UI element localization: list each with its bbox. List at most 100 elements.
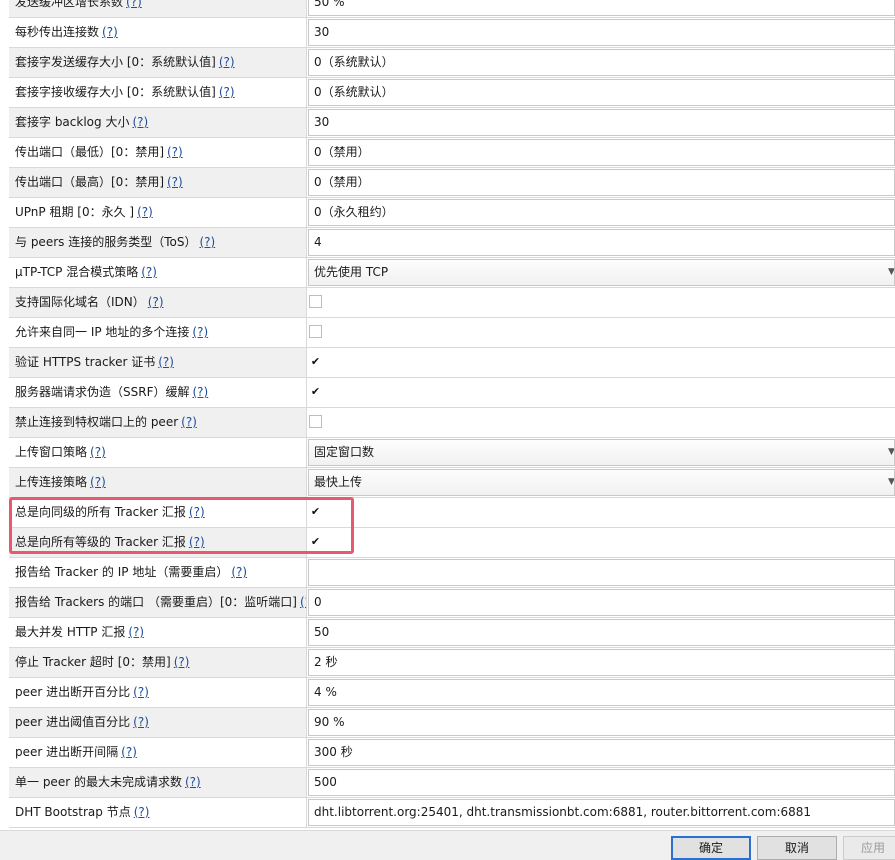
setting-dropdown[interactable]: 优先使用 TCP ▼ (308, 259, 895, 286)
help-link[interactable]: (?) (90, 445, 106, 459)
setting-input[interactable]: 0（系统默认） (308, 79, 895, 106)
help-link[interactable]: (?) (137, 205, 153, 219)
setting-label-cell: 服务器端请求伪造（SSRF）缓解 (?) (9, 378, 307, 407)
help-link[interactable]: (?) (133, 685, 149, 699)
setting-label-cell: peer 进出断开间隔 (?) (9, 738, 307, 767)
setting-label-cell: DHT Bootstrap 节点 (?) (9, 798, 307, 827)
settings-row: 上传窗口策略(?) 固定窗口数 ▼ (9, 438, 895, 468)
help-link[interactable]: (?) (121, 745, 137, 759)
help-link[interactable]: (?) (148, 295, 164, 309)
settings-row: 最大并发 HTTP 汇报 (?) 50 (9, 618, 895, 648)
help-link[interactable]: (?) (185, 775, 201, 789)
setting-input[interactable]: 0（禁用） (308, 139, 895, 166)
help-link[interactable]: (?) (231, 565, 247, 579)
setting-input[interactable]: 0 (308, 589, 895, 616)
help-link[interactable]: (?) (141, 265, 157, 279)
setting-input[interactable]: 30 (308, 19, 895, 46)
help-link[interactable]: (?) (126, 0, 142, 9)
setting-input[interactable]: 50 (308, 619, 895, 646)
help-link[interactable]: (?) (167, 145, 183, 159)
setting-value-cell: 4 % (307, 678, 895, 707)
setting-checkbox[interactable]: ✔ (309, 355, 322, 368)
setting-label: 每秒传出连接数 (15, 25, 100, 39)
help-link[interactable]: (?) (219, 85, 235, 99)
setting-input[interactable]: 500 (308, 769, 895, 796)
dropdown-selected-value: 最快上传 (314, 475, 363, 489)
settings-row: 报告给 Trackers 的端口 （需要重启）[0：监听端口](?)0 (9, 588, 895, 618)
setting-label: 禁止连接到特权端口上的 peer (15, 415, 179, 429)
setting-label-cell: UPnP 租期 [0：永久 ] (?) (9, 198, 307, 227)
help-link[interactable]: (?) (133, 715, 149, 729)
help-link[interactable]: (?) (189, 505, 205, 519)
help-link[interactable]: (?) (158, 355, 174, 369)
setting-checkbox[interactable] (309, 325, 322, 338)
setting-checkbox[interactable] (309, 415, 322, 428)
settings-row: 套接字接收缓存大小 [0：系统默认值] (?) 0（系统默认） (9, 78, 895, 108)
setting-value-cell: 固定窗口数 ▼ (307, 438, 895, 467)
setting-label: 与 peers 连接的服务类型（ToS） (15, 235, 197, 249)
setting-input[interactable] (308, 559, 895, 586)
settings-row: UPnP 租期 [0：永久 ] (?) 0（永久租约） (9, 198, 895, 228)
help-link[interactable]: (?) (102, 25, 118, 39)
setting-checkbox[interactable] (309, 295, 322, 308)
setting-checkbox[interactable]: ✔ (309, 385, 322, 398)
setting-dropdown[interactable]: 最快上传 ▼ (308, 469, 895, 496)
help-link[interactable]: (?) (199, 235, 215, 249)
setting-input[interactable]: 0（永久租约） (308, 199, 895, 226)
setting-label-cell: 停止 Tracker 超时 [0：禁用] (?) (9, 648, 307, 677)
setting-value-cell: 50 % (307, 0, 895, 17)
setting-value-cell (307, 318, 895, 347)
dropdown-selected-value: 优先使用 TCP (314, 265, 389, 279)
setting-value-cell: dht.libtorrent.org:25401, dht.transmissi… (307, 798, 895, 827)
setting-input[interactable]: 90 % (308, 709, 895, 736)
setting-label-cell: 上传连接策略 (?) (9, 468, 307, 497)
setting-value-cell: 优先使用 TCP ▼ (307, 258, 895, 287)
help-link[interactable]: (?) (300, 595, 306, 609)
setting-input[interactable]: 0（系统默认） (308, 49, 895, 76)
setting-label-cell: 报告给 Tracker 的 IP 地址（需要重启） (?) (9, 558, 307, 587)
setting-value-cell (307, 288, 895, 317)
setting-input[interactable]: 2 秒 (308, 649, 895, 676)
help-link[interactable]: (?) (90, 475, 106, 489)
help-link[interactable]: (?) (192, 325, 208, 339)
setting-checkbox[interactable]: ✔ (309, 505, 322, 518)
setting-label: μTP-TCP 混合模式策略 (15, 265, 139, 279)
help-link[interactable]: (?) (192, 385, 208, 399)
setting-dropdown[interactable]: 固定窗口数 ▼ (308, 439, 895, 466)
setting-label-cell: 禁止连接到特权端口上的 peer (?) (9, 408, 307, 437)
help-link[interactable]: (?) (128, 625, 144, 639)
settings-row: 与 peers 连接的服务类型（ToS） (?) 4 (9, 228, 895, 258)
setting-label-cell: peer 进出阈值百分比 (?) (9, 708, 307, 737)
help-link[interactable]: (?) (174, 655, 190, 669)
help-link[interactable]: (?) (134, 805, 150, 819)
settings-row: μTP-TCP 混合模式策略(?) 优先使用 TCP ▼ (9, 258, 895, 288)
setting-label: peer 进出阈值百分比 (15, 715, 131, 729)
setting-value-cell: 0（系统默认） (307, 78, 895, 107)
settings-row: 传出端口（最低）[0：禁用] (?) 0（禁用） (9, 138, 895, 168)
setting-value-cell: 0（永久租约） (307, 198, 895, 227)
setting-input[interactable]: 30 (308, 109, 895, 136)
setting-input[interactable]: 4 (308, 229, 895, 256)
help-link[interactable]: (?) (219, 55, 235, 69)
settings-row: peer 进出断开间隔 (?) 300 秒 (9, 738, 895, 768)
cancel-button[interactable]: 取消 (757, 836, 837, 860)
setting-input[interactable]: 4 % (308, 679, 895, 706)
setting-label-cell: 验证 HTTPS tracker 证书 (?) (9, 348, 307, 377)
setting-label: 报告给 Trackers 的端口 （需要重启）[0：监听端口] (15, 595, 297, 609)
help-link[interactable]: (?) (167, 175, 183, 189)
setting-label: 验证 HTTPS tracker 证书 (15, 355, 156, 369)
setting-checkbox[interactable]: ✔ (309, 535, 322, 548)
setting-input[interactable]: 0（禁用） (308, 169, 895, 196)
setting-value-cell: 300 秒 (307, 738, 895, 767)
help-link[interactable]: (?) (132, 115, 148, 129)
help-link[interactable]: (?) (181, 415, 197, 429)
ok-button[interactable]: 确定 (671, 836, 751, 860)
setting-input[interactable]: 50 % (308, 0, 895, 16)
setting-input[interactable]: dht.libtorrent.org:25401, dht.transmissi… (308, 799, 895, 826)
settings-row: DHT Bootstrap 节点 (?) dht.libtorrent.org:25… (9, 798, 895, 828)
settings-row: 禁止连接到特权端口上的 peer (?) (9, 408, 895, 438)
setting-label-cell: 总是向所有等级的 Tracker 汇报 (?) (9, 528, 307, 557)
help-link[interactable]: (?) (189, 535, 205, 549)
apply-button[interactable]: 应用 (843, 836, 895, 860)
setting-input[interactable]: 300 秒 (308, 739, 895, 766)
